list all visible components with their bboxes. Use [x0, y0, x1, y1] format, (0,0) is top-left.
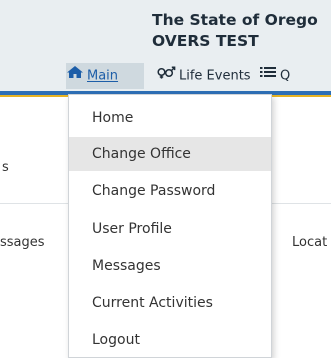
menu-item-current-activities[interactable]: Current Activities: [69, 286, 271, 320]
menu-item-change-office[interactable]: Change Office: [69, 137, 271, 171]
background-messages-fragment: ssages: [0, 235, 45, 250]
background-location-fragment: Locat: [292, 235, 328, 250]
gender-icon: [156, 63, 176, 89]
nav-q[interactable]: Q: [259, 63, 290, 89]
menu-item-logout[interactable]: Logout: [69, 323, 271, 357]
menu-item-home[interactable]: Home: [69, 101, 271, 135]
list-icon: [259, 63, 277, 89]
main-dropdown-menu: Home Change Office Change Password User …: [68, 94, 272, 358]
menu-item-messages[interactable]: Messages: [69, 249, 271, 283]
nav-life-events-label: Life Events: [179, 68, 251, 84]
app-title-line1: The State of Orego: [152, 11, 318, 29]
nav-main-label: Main: [87, 68, 119, 84]
app-title-line2: OVERS TEST: [152, 32, 259, 50]
nav-main[interactable]: Main: [66, 63, 144, 89]
menu-item-user-profile[interactable]: User Profile: [69, 212, 271, 246]
menu-item-change-password[interactable]: Change Password: [69, 174, 271, 208]
nav-life-events[interactable]: Life Events: [156, 63, 251, 89]
home-icon: [66, 63, 84, 89]
nav-q-label: Q: [280, 68, 291, 84]
app-header: The State of Orego OVERS TEST Main Life …: [0, 0, 331, 96]
app-title: The State of Orego OVERS TEST: [152, 10, 318, 52]
background-heading-fragment: s: [2, 160, 9, 175]
